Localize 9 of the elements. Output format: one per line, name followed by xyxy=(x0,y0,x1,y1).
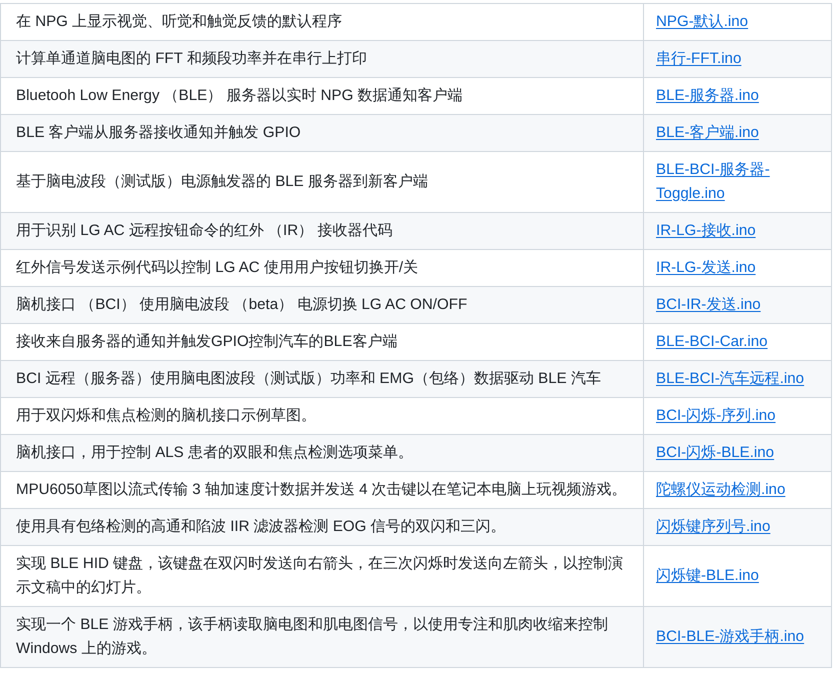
description-cell: 计算单通道脑电图的 FFT 和频段功率并在串行上打印 xyxy=(0,40,644,78)
description-cell: 使用具有包络检测的高通和陷波 IIR 滤波器检测 EOG 信号的双闪和三闪。 xyxy=(0,508,644,546)
description-cell: 实现一个 BLE 游戏手柄，该手柄读取脑电图和肌电图信号，以使用专注和肌肉收缩来控制 Windows 上的游戏。 xyxy=(0,606,644,668)
description-cell: 用于识别 LG AC 远程按钮命令的红外 （IR） 接收器代码 xyxy=(0,212,644,250)
description-cell: BCI 远程（服务器）使用脑电图波段（测试版）功率和 EMG（包络）数据驱动 BLE 汽车 xyxy=(0,360,644,398)
description-cell: 在 NPG 上显示视觉、听觉和触觉反馈的默认程序 xyxy=(0,4,644,40)
description-cell: 脑机接口 （BCI） 使用脑电波段 （beta） 电源切换 LG AC ON/OFF xyxy=(0,286,644,324)
description-cell: BLE 客户端从服务器接收通知并触发 GPIO xyxy=(0,114,644,152)
description-cell: 脑机接口，用于控制 ALS 患者的双眼和焦点检测选项菜单。 xyxy=(0,434,644,472)
